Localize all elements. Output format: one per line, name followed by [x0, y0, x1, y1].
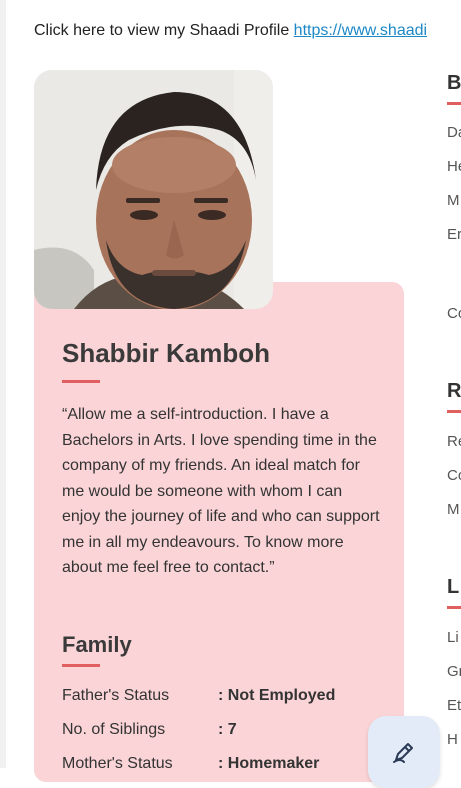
family-row-value: : 7 [218, 721, 237, 738]
right-section-item: M [447, 192, 460, 209]
family-row: Father's Status : Not Employed [62, 687, 335, 705]
right-section-underline [447, 410, 461, 413]
right-section-title: B [447, 72, 461, 94]
family-row-value: : Homemaker [218, 755, 320, 772]
family-row-label: Father's Status [62, 687, 170, 704]
family-underline [62, 664, 100, 667]
profile-name: Shabbir Kamboh [62, 338, 271, 368]
profile-photo [34, 70, 273, 309]
left-edge-strip [0, 0, 6, 768]
right-section-underline [447, 606, 461, 609]
edit-pen-icon [393, 743, 413, 763]
family-row: Mother's Status : Homemaker [62, 755, 319, 773]
family-section-title: Family [62, 632, 132, 657]
right-section-underline [447, 102, 461, 105]
shaadi-profile-link[interactable]: https://www.shaadi [294, 22, 427, 39]
right-section-item: Co [447, 467, 461, 484]
profile-intro: “Allow me a self-introduction. I have a … [62, 406, 380, 576]
right-section-item: Re [447, 433, 461, 450]
right-section-item: Co [447, 305, 461, 322]
right-section-title: L [447, 576, 460, 598]
profile-link-line: Click here to view my Shaadi Profile htt… [34, 22, 461, 40]
right-section-item: Li [447, 629, 459, 646]
profile-link-text: Click here to view my Shaadi Profile [34, 22, 290, 39]
right-section-item: Et [447, 697, 461, 714]
right-section-item: M [447, 501, 460, 518]
edit-fab-button[interactable] [368, 716, 440, 788]
right-section-title: R [447, 380, 461, 402]
right-section-item: Gr [447, 663, 461, 680]
right-section-item: He [447, 158, 461, 175]
family-row-value: : Not Employed [218, 687, 336, 704]
right-section-item: Da [447, 124, 461, 141]
right-section-item: Er [447, 226, 461, 243]
name-underline [62, 380, 100, 383]
family-row: No. of Siblings : 7 [62, 721, 237, 739]
right-section-item: H [447, 731, 458, 748]
profile-photo-image [34, 70, 273, 309]
family-row-label: No. of Siblings [62, 721, 166, 738]
family-row-label: Mother's Status [62, 755, 173, 772]
